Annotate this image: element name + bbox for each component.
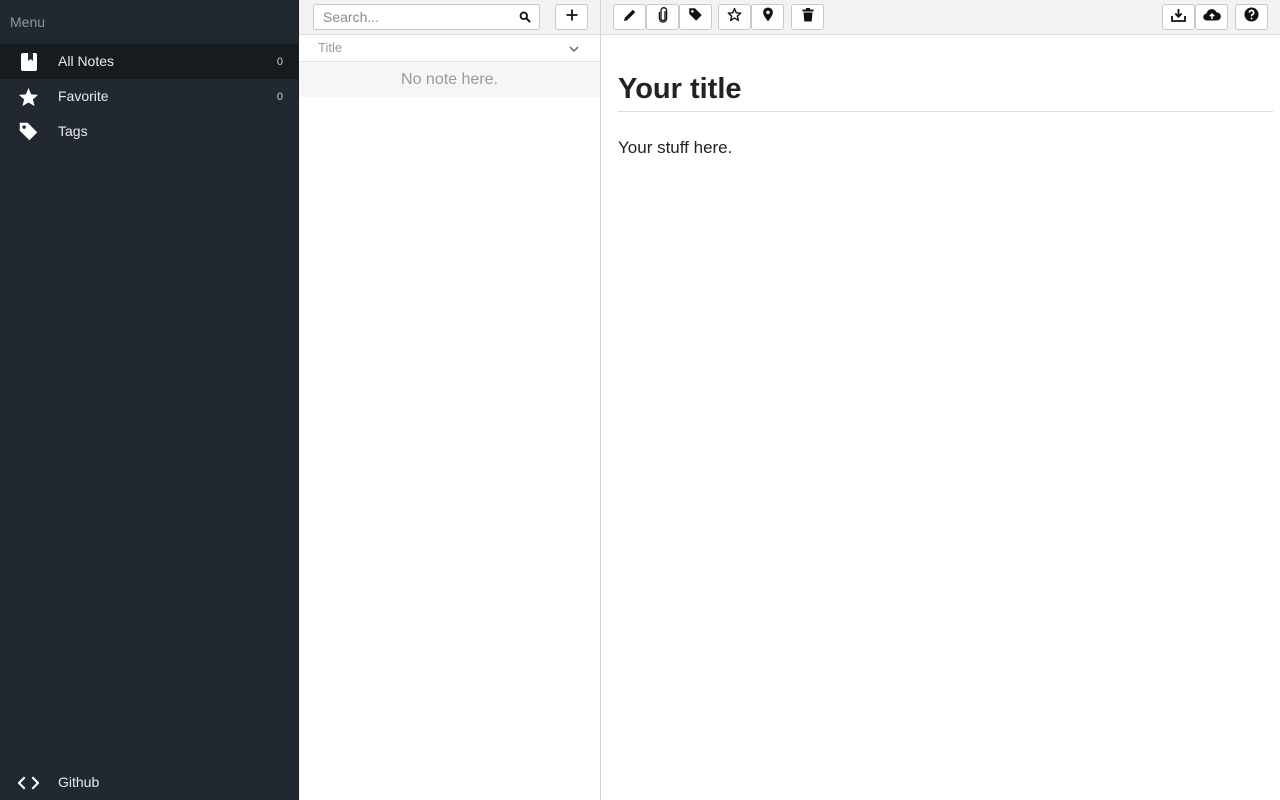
note-title-input[interactable]: Your title — [618, 66, 1273, 112]
empty-list-message: No note here. — [299, 62, 600, 97]
sidebar: Menu All Notes 0 Favorite 0 Tags Github — [0, 0, 299, 800]
trash-icon — [802, 7, 814, 27]
sidebar-item-favorite[interactable]: Favorite 0 — [0, 79, 298, 114]
notebook-icon — [18, 51, 39, 72]
search-box — [313, 4, 540, 30]
sidebar-item-label: Tags — [58, 123, 88, 139]
list-toolbar — [299, 0, 600, 35]
add-note-button[interactable] — [555, 4, 588, 30]
note-body-editor[interactable]: Your stuff here. — [618, 136, 732, 160]
pencil-icon — [623, 8, 637, 27]
edit-button[interactable] — [613, 4, 646, 30]
sidebar-item-label: All Notes — [58, 53, 115, 69]
star-outline-icon — [727, 7, 742, 27]
chevron-down-icon — [568, 42, 580, 54]
sidebar-item-all-notes[interactable]: All Notes 0 — [0, 44, 298, 79]
tag-icon — [688, 7, 703, 27]
sidebar-item-tags[interactable]: Tags — [0, 114, 298, 149]
cloud-upload-button[interactable] — [1195, 4, 1228, 30]
star-icon — [18, 86, 39, 107]
delete-button[interactable] — [791, 4, 824, 30]
sidebar-item-label: Github — [58, 774, 100, 790]
download-icon — [1171, 8, 1186, 27]
sidebar-item-github[interactable]: Github — [0, 765, 298, 800]
favorite-count: 0 — [276, 91, 283, 103]
attach-button[interactable] — [646, 4, 679, 30]
tag-button[interactable] — [679, 4, 712, 30]
note-list-panel: Title No note here. — [299, 0, 601, 800]
search-input[interactable] — [314, 5, 509, 29]
location-button[interactable] — [751, 4, 784, 30]
cloud-upload-icon — [1202, 8, 1221, 26]
editor-panel: Your title Your stuff here. — [601, 0, 1280, 800]
tag-icon — [18, 121, 39, 142]
paperclip-icon — [658, 6, 668, 28]
note-count: 0 — [276, 56, 283, 68]
app-window: Menu All Notes 0 Favorite 0 Tags Github … — [0, 0, 1280, 800]
code-icon — [18, 772, 39, 793]
help-button[interactable] — [1235, 4, 1268, 30]
sort-label: Title — [318, 40, 343, 55]
search-icon[interactable] — [517, 9, 533, 25]
plus-icon — [566, 8, 578, 26]
editor-toolbar — [601, 0, 1280, 35]
menu-header: Menu — [10, 14, 46, 30]
sidebar-item-label: Favorite — [58, 88, 109, 104]
download-button[interactable] — [1162, 4, 1195, 30]
favorite-button[interactable] — [718, 4, 751, 30]
map-pin-icon — [762, 7, 774, 27]
help-icon — [1244, 7, 1259, 27]
sort-dropdown[interactable]: Title — [299, 35, 600, 62]
